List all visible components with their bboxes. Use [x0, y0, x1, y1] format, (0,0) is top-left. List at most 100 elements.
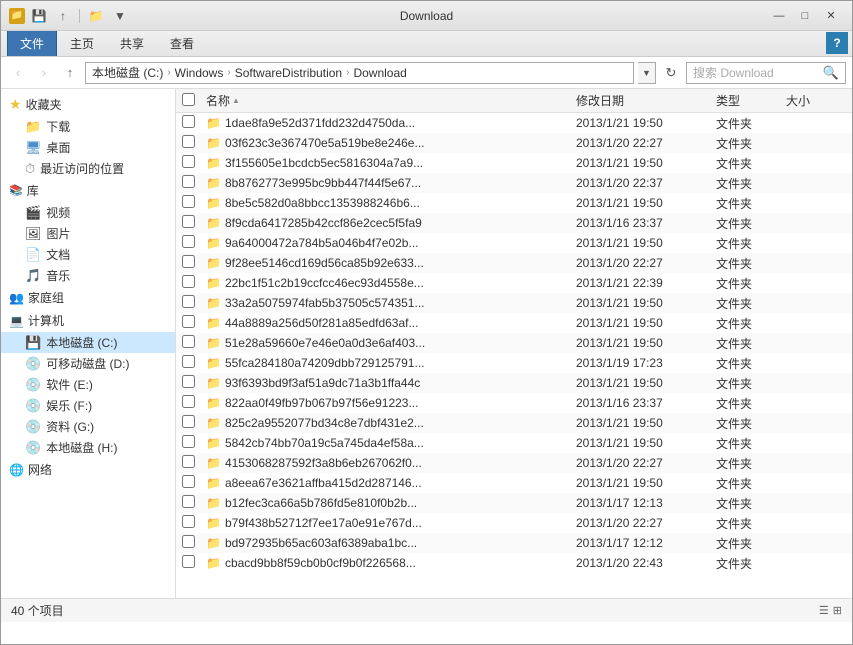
sidebar-item-drive-h[interactable]: 💿 本地磁盘 (H:) — [1, 437, 175, 458]
quick-access-new-folder[interactable]: 📁 — [86, 7, 106, 25]
table-row[interactable]: 📁 825c2a9552077bd34c8e7dbf431e2... 2013/… — [176, 413, 852, 433]
sidebar-item-desktop[interactable]: 🖥 桌面 — [1, 137, 175, 158]
folder-icon: 📁 — [206, 216, 221, 230]
table-row[interactable]: 📁 a8eea67e3621affba415d2d287146... 2013/… — [176, 473, 852, 493]
sidebar-section-favorites[interactable]: ★ 收藏夹 — [1, 93, 175, 116]
tab-share[interactable]: 共享 — [107, 30, 157, 56]
table-row[interactable]: 📁 822aa0f49fb97b067b97f56e91223... 2013/… — [176, 393, 852, 413]
path-segment-2[interactable]: SoftwareDistribution — [235, 66, 342, 80]
col-header-size[interactable]: 大小 — [786, 92, 846, 109]
path-segment-0[interactable]: 本地磁盘 (C:) — [92, 64, 163, 81]
row-checkbox-18[interactable] — [182, 475, 195, 488]
sidebar-item-recent[interactable]: ⏱ 最近访问的位置 — [1, 158, 175, 179]
view-details-icon[interactable]: ☰ — [819, 604, 829, 617]
table-row[interactable]: 📁 9f28ee5146cd169d56ca85b92e633... 2013/… — [176, 253, 852, 273]
table-row[interactable]: 📁 b79f438b52712f7ee17a0e91e767d... 2013/… — [176, 513, 852, 533]
sidebar-section-network[interactable]: 🌐 网络 — [1, 458, 175, 481]
forward-button[interactable]: › — [33, 62, 55, 84]
table-row[interactable]: 📁 b12fec3ca66a5b786fd5e810f0b2b... 2013/… — [176, 493, 852, 513]
back-button[interactable]: ‹ — [7, 62, 29, 84]
quick-access-dropdown[interactable]: ▼ — [110, 7, 130, 25]
sidebar-section-libraries[interactable]: 📚 库 — [1, 179, 175, 202]
up-button[interactable]: ↑ — [59, 62, 81, 84]
table-row[interactable]: 📁 8b8762773e995bc9bb447f44f5e67... 2013/… — [176, 173, 852, 193]
close-button[interactable]: ✕ — [818, 6, 844, 26]
row-checkbox-21[interactable] — [182, 535, 195, 548]
row-checkbox-12[interactable] — [182, 355, 195, 368]
table-row[interactable]: 📁 1dae8fa9e52d371fdd232d4750da... 2013/1… — [176, 113, 852, 133]
path-segment-1[interactable]: Windows — [175, 66, 224, 80]
folder-icon: 📁 — [206, 256, 221, 270]
table-row[interactable]: 📁 33a2a5075974fab5b37505c574351... 2013/… — [176, 293, 852, 313]
table-row[interactable]: 📁 4153068287592f3a8b6eb267062f0... 2013/… — [176, 453, 852, 473]
row-checkbox-7[interactable] — [182, 255, 195, 268]
refresh-button[interactable]: ↻ — [660, 62, 682, 84]
row-checkbox-1[interactable] — [182, 135, 195, 148]
table-row[interactable]: 📁 03f623c3e367470e5a519be8e246e... 2013/… — [176, 133, 852, 153]
row-checkbox-13[interactable] — [182, 375, 195, 388]
folder-icon: 📁 — [206, 196, 221, 210]
tab-view[interactable]: 查看 — [157, 30, 207, 56]
sidebar-item-drive-c[interactable]: 💾 本地磁盘 (C:) — [1, 332, 175, 353]
sidebar-item-drive-g[interactable]: 💿 资料 (G:) — [1, 416, 175, 437]
table-row[interactable]: 📁 22bc1f51c2b19ccfcc46ec93d4558e... 2013… — [176, 273, 852, 293]
row-checkbox-17[interactable] — [182, 455, 195, 468]
sidebar-item-drive-f[interactable]: 💿 娱乐 (F:) — [1, 395, 175, 416]
sidebar-item-video[interactable]: 🎬 视频 — [1, 202, 175, 223]
col-header-name[interactable]: 名称 ▲ — [206, 92, 576, 109]
address-path[interactable]: 本地磁盘 (C:) › Windows › SoftwareDistributi… — [85, 62, 634, 84]
folder-icon: 📁 — [206, 316, 221, 330]
row-checkbox-3[interactable] — [182, 175, 195, 188]
row-checkbox-5[interactable] — [182, 215, 195, 228]
table-row[interactable]: 📁 8f9cda6417285b42ccf86e2cec5f5fa9 2013/… — [176, 213, 852, 233]
sidebar-item-drive-d[interactable]: 💿 可移动磁盘 (D:) — [1, 353, 175, 374]
table-row[interactable]: 📁 cbacd9bb8f59cb0b0cf9b0f226568... 2013/… — [176, 553, 852, 573]
row-checkbox-8[interactable] — [182, 275, 195, 288]
table-row[interactable]: 📁 93f6393bd9f3af51a9dc71a3b1ffa44c 2013/… — [176, 373, 852, 393]
row-checkbox-0[interactable] — [182, 115, 195, 128]
row-checkbox-2[interactable] — [182, 155, 195, 168]
row-checkbox-16[interactable] — [182, 435, 195, 448]
table-row[interactable]: 📁 bd972935b65ac603af6389aba1bc... 2013/1… — [176, 533, 852, 553]
sidebar-item-music[interactable]: 🎵 音乐 — [1, 265, 175, 286]
table-row[interactable]: 📁 5842cb74bb70a19c5a745da4ef58a... 2013/… — [176, 433, 852, 453]
quick-access-save[interactable]: 💾 — [29, 7, 49, 25]
drive-g-icon: 💿 — [25, 419, 41, 435]
search-box[interactable]: 搜索 Download 🔍 — [686, 62, 846, 84]
table-row[interactable]: 📁 44a8889a256d50f281a85edfd63af... 2013/… — [176, 313, 852, 333]
row-checkbox-6[interactable] — [182, 235, 195, 248]
table-row[interactable]: 📁 9a64000472a784b5a046b4f7e02b... 2013/1… — [176, 233, 852, 253]
row-checkbox-11[interactable] — [182, 335, 195, 348]
maximize-button[interactable]: □ — [792, 6, 818, 26]
file-name: b79f438b52712f7ee17a0e91e767d... — [225, 516, 422, 530]
view-large-icon[interactable]: ⊞ — [833, 604, 842, 617]
sidebar-item-documents[interactable]: 📄 文档 — [1, 244, 175, 265]
quick-access-up[interactable]: ↑ — [53, 7, 73, 25]
minimize-button[interactable]: — — [766, 6, 792, 26]
table-row[interactable]: 📁 51e28a59660e7e46e0a0d3e6af403... 2013/… — [176, 333, 852, 353]
col-header-type[interactable]: 类型 — [716, 92, 786, 109]
row-checkbox-4[interactable] — [182, 195, 195, 208]
sidebar-section-computer[interactable]: 💻 计算机 — [1, 309, 175, 332]
row-checkbox-9[interactable] — [182, 295, 195, 308]
table-row[interactable]: 📁 3f155605e1bcdcb5ec5816304a7a9... 2013/… — [176, 153, 852, 173]
col-header-date[interactable]: 修改日期 — [576, 92, 716, 109]
tab-file[interactable]: 文件 — [7, 30, 57, 56]
table-row[interactable]: 📁 8be5c582d0a8bbcc1353988246b6... 2013/1… — [176, 193, 852, 213]
row-checkbox-10[interactable] — [182, 315, 195, 328]
row-checkbox-14[interactable] — [182, 395, 195, 408]
tab-home[interactable]: 主页 — [57, 30, 107, 56]
row-checkbox-19[interactable] — [182, 495, 195, 508]
path-segment-3[interactable]: Download — [353, 66, 406, 80]
sidebar-item-pictures[interactable]: 🖼 图片 — [1, 223, 175, 244]
sidebar-item-download[interactable]: 📁 下载 — [1, 116, 175, 137]
sidebar-item-drive-e[interactable]: 💿 软件 (E:) — [1, 374, 175, 395]
row-checkbox-15[interactable] — [182, 415, 195, 428]
help-button[interactable]: ? — [826, 32, 848, 54]
row-checkbox-22[interactable] — [182, 555, 195, 568]
row-checkbox-20[interactable] — [182, 515, 195, 528]
sidebar-section-homegroup[interactable]: 👥 家庭组 — [1, 286, 175, 309]
table-row[interactable]: 📁 55fca284180a74209dbb729125791... 2013/… — [176, 353, 852, 373]
select-all-checkbox[interactable] — [182, 93, 195, 106]
address-dropdown[interactable]: ▼ — [638, 62, 656, 84]
